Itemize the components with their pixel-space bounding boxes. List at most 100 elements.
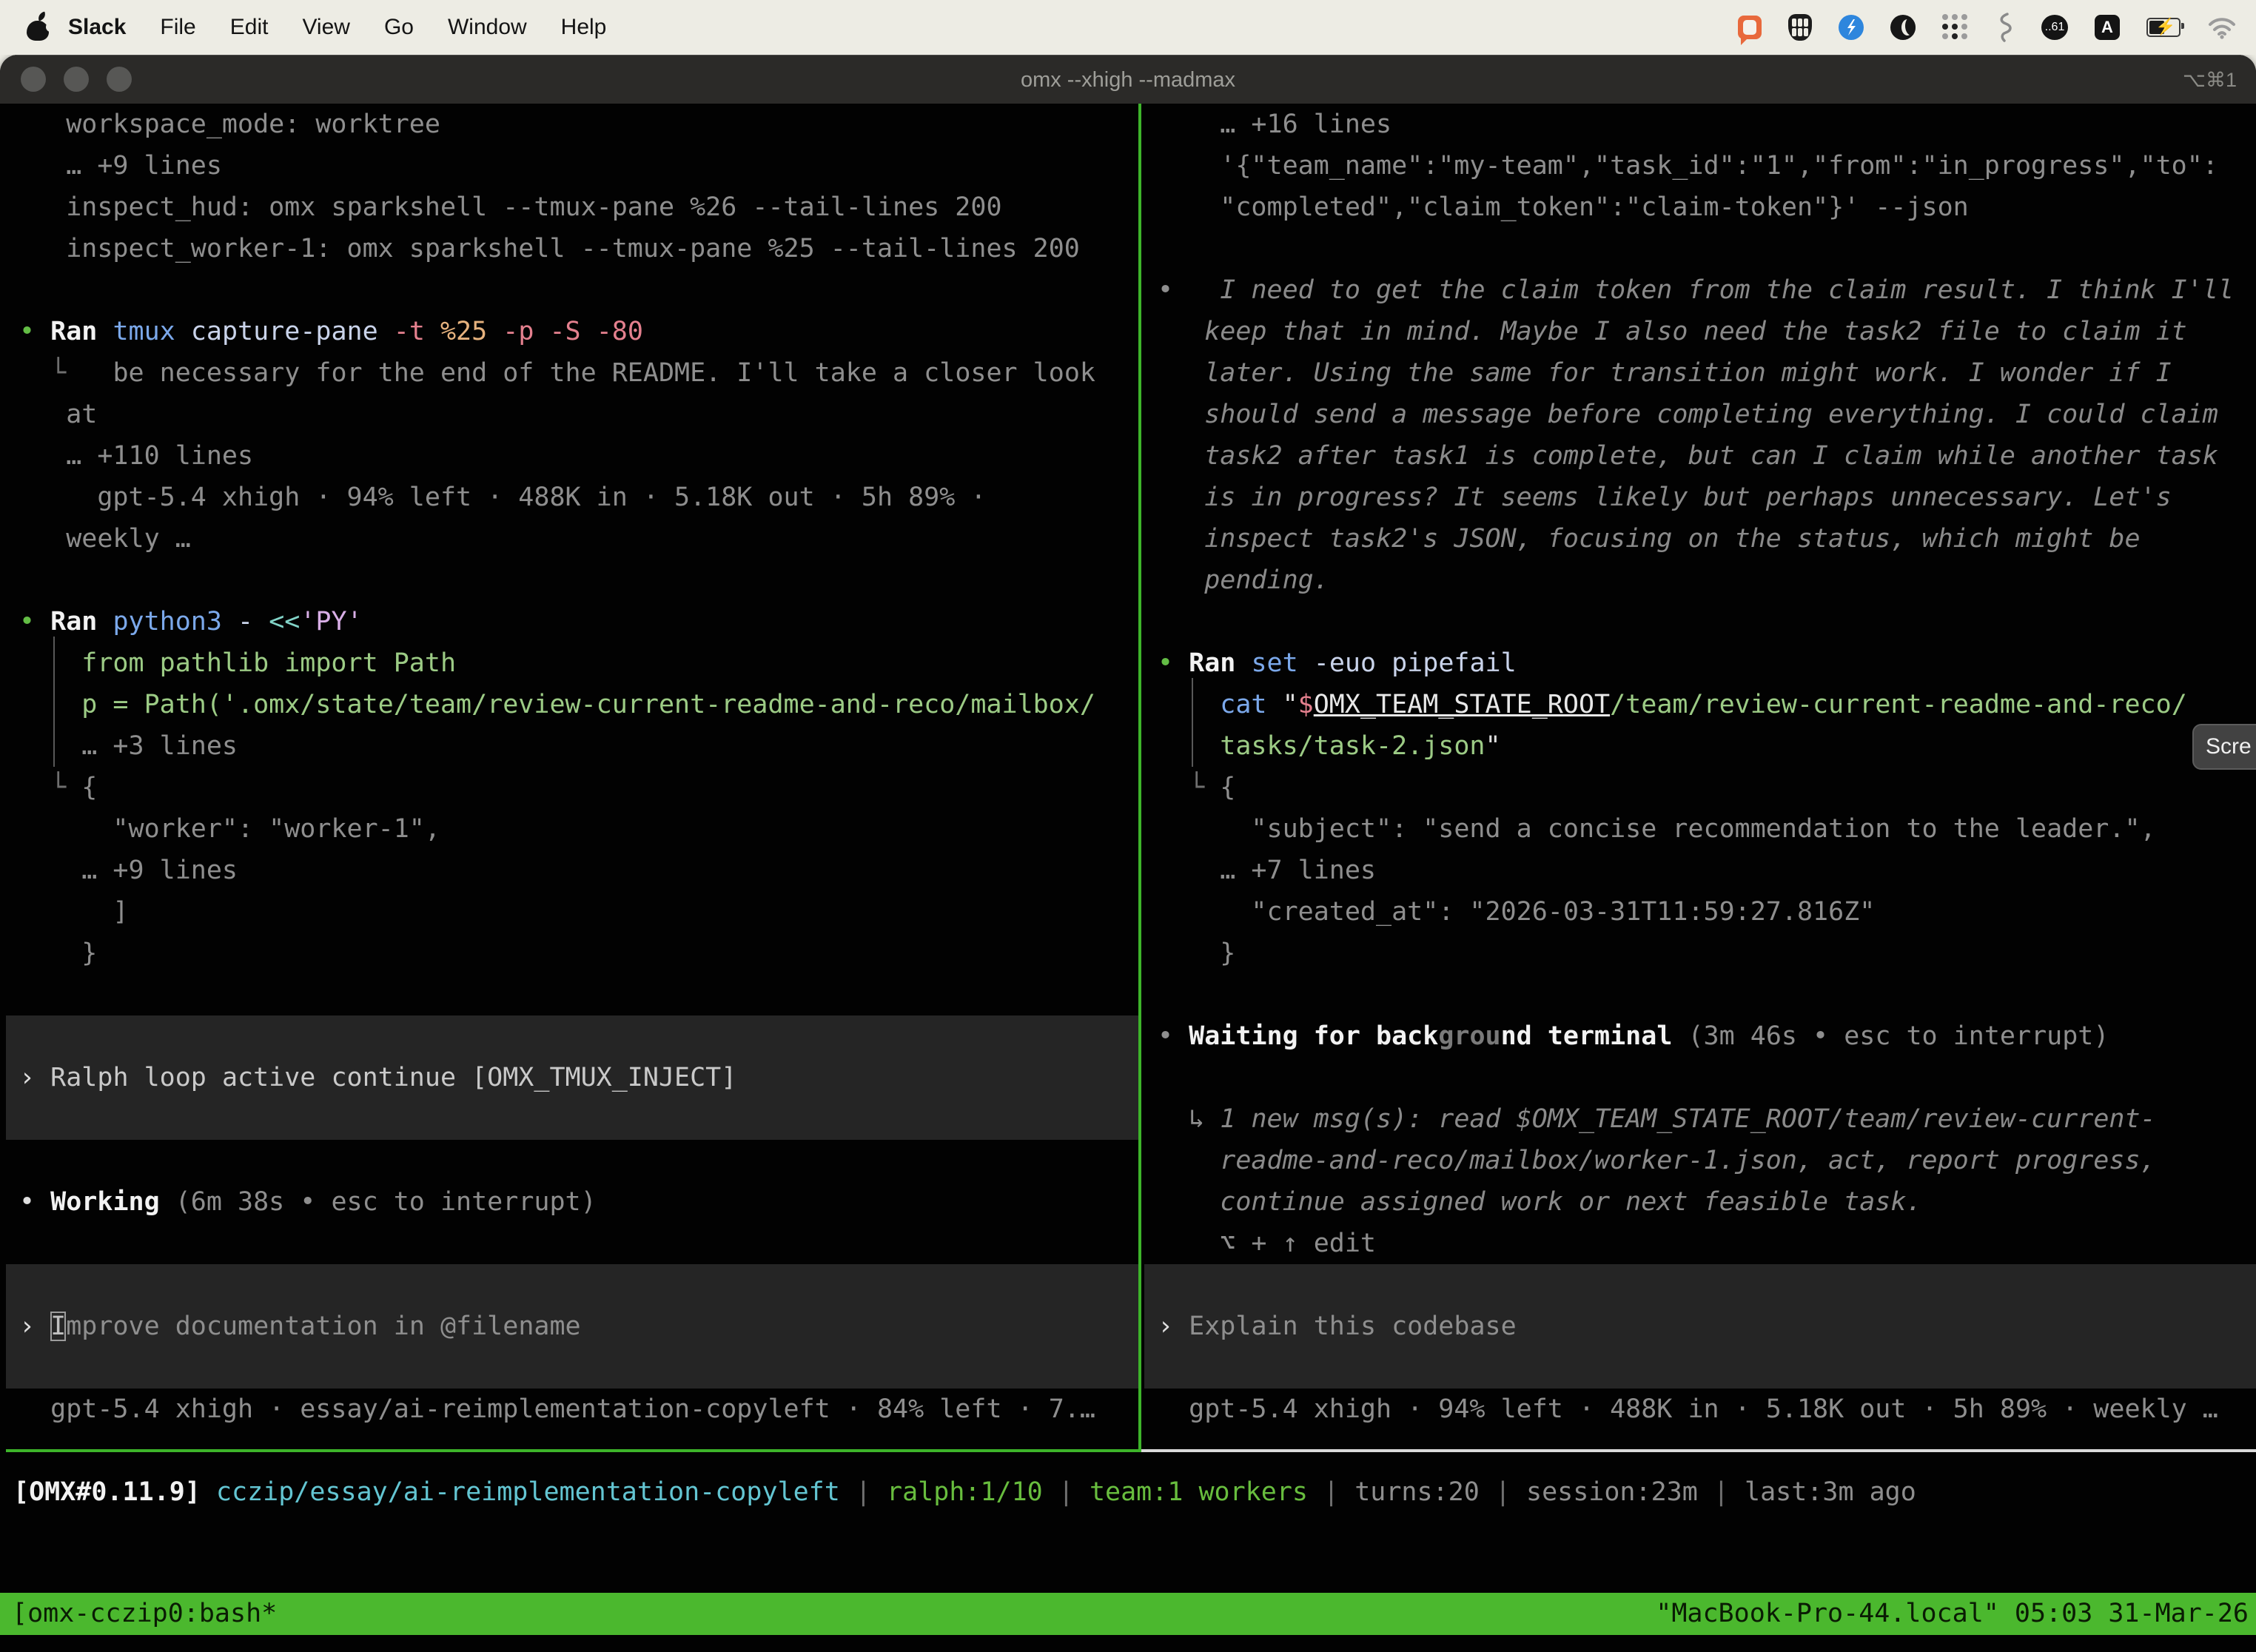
text-segment: tasks/task-2.json [1158, 731, 1485, 761]
text-segment: 'PY' [300, 607, 362, 637]
right-pane[interactable]: … +16 lines '{"team_name":"my-team","tas… [1144, 104, 2256, 1449]
menu-item-app[interactable]: Slack [61, 15, 143, 40]
menu-item-go[interactable]: Go [367, 15, 431, 40]
terminal-line: keep that in mind. Maybe I also need the… [1144, 311, 2256, 352]
terminal-line [1144, 1347, 2256, 1389]
terminal-line: ↳ 1 new msg(s): read $OMX_TEAM_STATE_ROO… [1144, 1098, 2256, 1140]
terminal-line: └ { [6, 767, 1138, 808]
menu-item-view[interactable]: View [285, 15, 366, 40]
terminal-line: ⌥ + ↑ edit [1144, 1223, 2256, 1264]
text-segment: … +3 lines [19, 731, 238, 761]
terminal-line: task2 after task1 is complete, but can I… [1144, 435, 2256, 477]
battery-bolt-icon: ⚡ [2155, 17, 2175, 36]
terminal-line: [OMX#0.11.9] cczip/essay/ai-reimplementa… [0, 1471, 2256, 1513]
text-segment: capture-pane [191, 317, 394, 346]
text-segment: (3m 46s • esc to interrupt) [1688, 1021, 2109, 1051]
terminal-line [1144, 974, 2256, 1015]
text-segment: • [1158, 275, 1189, 305]
text-segment: └ [19, 358, 113, 388]
text-segment: "completed","claim_token":"claim-token"}… [1158, 192, 1969, 222]
terminal-line: cat "$OMX_TEAM_STATE_ROOT/team/review-cu… [1144, 684, 2256, 725]
text-segment: is in progress? It seems likely but perh… [1158, 483, 2172, 512]
text-segment: -t [394, 317, 440, 346]
text-segment: team:1 workers [1090, 1477, 1308, 1507]
text-segment: Ran [1189, 648, 1251, 678]
text-segment: inspect_worker-1: omx sparkshell --tmux-… [19, 234, 1080, 263]
terminal-line: later. Using the same for transition mig… [1144, 352, 2256, 394]
text-segment: p = Path('.omx/state/team/review-current… [19, 690, 1095, 719]
crescent-circle-icon[interactable] [1890, 15, 1916, 40]
orange-chat-icon[interactable] [1738, 16, 1762, 39]
terminal-line: └ be necessary for the end of the README… [6, 352, 1138, 394]
window-title-bar[interactable]: omx --xhigh --madmax ⌥⌘1 [0, 55, 2256, 104]
text-segment: gpt-5.4 xhigh · essay/ai-reimplementatio… [19, 1394, 1095, 1424]
keypad-shield-icon[interactable] [1788, 14, 1812, 41]
terminal-line: • Ran tmux capture-pane -t %25 -p -S -80 [6, 311, 1138, 352]
text-cursor: I [50, 1312, 66, 1341]
left-pane[interactable]: workspace_mode: worktree … +9 lines insp… [6, 104, 1138, 1449]
terminal-line [1144, 601, 2256, 642]
terminal-line [6, 1347, 1138, 1389]
menu-item-help[interactable]: Help [544, 15, 624, 40]
text-segment: … +9 lines [19, 856, 238, 885]
text-segment: Ralph loop active continue [OMX_TMUX_INJ… [50, 1063, 736, 1092]
terminal-line: readme-and-reco/mailbox/worker-1.json, a… [1144, 1140, 2256, 1181]
terminal-content: workspace_mode: worktree … +9 lines insp… [0, 104, 2256, 1652]
zigzag-badge-icon[interactable] [1839, 15, 1864, 40]
menu-item-file[interactable]: File [143, 15, 212, 40]
count-badge-icon[interactable]: ..61 [2041, 15, 2068, 40]
apple-leaf [37, 12, 47, 21]
terminal-line [6, 560, 1138, 601]
text-segment: 1 new msg(s): read $OMX_TEAM_STATE_ROOT/… [1220, 1104, 2155, 1134]
dots-grid-icon[interactable] [1942, 14, 1969, 41]
terminal-line [6, 1015, 1138, 1057]
text-segment: Waiting for back [1189, 1021, 1438, 1051]
squiggle-icon[interactable] [1995, 13, 2015, 42]
terminal-line [6, 974, 1138, 1015]
terminal-line: '{"team_name":"my-team","task_id":"1","f… [1144, 145, 2256, 187]
text-segment: | [1308, 1477, 1354, 1507]
wifi-icon[interactable] [2207, 16, 2237, 39]
tmux-status-bar: [omx-cczip0:bash* "MacBook-Pro-44.local"… [0, 1593, 2256, 1635]
a-square-icon[interactable]: A [2095, 15, 2120, 40]
text-segment: at [19, 400, 97, 429]
pane-divider[interactable] [1138, 104, 1141, 1452]
screen-overlay-button[interactable]: Scre [2192, 724, 2256, 770]
terminal-line: ] [6, 891, 1138, 933]
text-segment: python3 [113, 607, 238, 637]
text-segment: { [81, 773, 97, 802]
text-segment: << [269, 607, 300, 637]
terminal-line: pending. [1144, 560, 2256, 601]
apple-menu-icon[interactable] [25, 13, 50, 42]
text-segment: • [1158, 648, 1189, 678]
terminal-window: omx --xhigh --madmax ⌥⌘1 workspace_mode:… [0, 55, 2256, 1652]
text-segment: | [1043, 1477, 1090, 1507]
terminal-line: should send a message before completing … [1144, 394, 2256, 435]
terminal-line [6, 1098, 1138, 1140]
text-segment: should send a message before completing … [1158, 400, 2218, 429]
terminal-line: • Working (6m 38s • esc to interrupt) [6, 1181, 1138, 1223]
terminal-line [1144, 1264, 2256, 1306]
battery-icon[interactable]: ⚡ [2146, 18, 2181, 37]
text-segment: … +9 lines [19, 151, 222, 181]
terminal-line: inspect_worker-1: omx sparkshell --tmux-… [6, 228, 1138, 269]
text-segment: -euo pipefail [1314, 648, 1517, 678]
menu-item-window[interactable]: Window [431, 15, 544, 40]
menu-items: Slack File Edit View Go Window Help [0, 13, 623, 42]
chat-inner [1743, 20, 1756, 35]
text-segment: $ [1298, 690, 1314, 719]
text-segment: { [1220, 773, 1235, 802]
text-segment: inspect task2's JSON, focusing on the st… [1158, 524, 2141, 554]
terminal-line: } [6, 933, 1138, 974]
text-segment: cczip/essay/ai-reimplementation-copyleft [216, 1477, 840, 1507]
text-segment: " [1283, 690, 1298, 719]
text-segment: set [1251, 648, 1313, 678]
text-segment: [OMX#0.11.9] [13, 1477, 216, 1507]
menu-item-edit[interactable]: Edit [213, 15, 286, 40]
tmux-host-clock: "MacBook-Pro-44.local" 05:03 31-Mar-26 [1656, 1593, 2256, 1635]
terminal-line [6, 269, 1138, 311]
terminal-line: • Waiting for background terminal (3m 46… [1144, 1015, 2256, 1057]
terminal-line: … +16 lines [1144, 104, 2256, 145]
text-segment: └ [19, 773, 81, 802]
terminal-line: from pathlib import Path [6, 642, 1138, 684]
